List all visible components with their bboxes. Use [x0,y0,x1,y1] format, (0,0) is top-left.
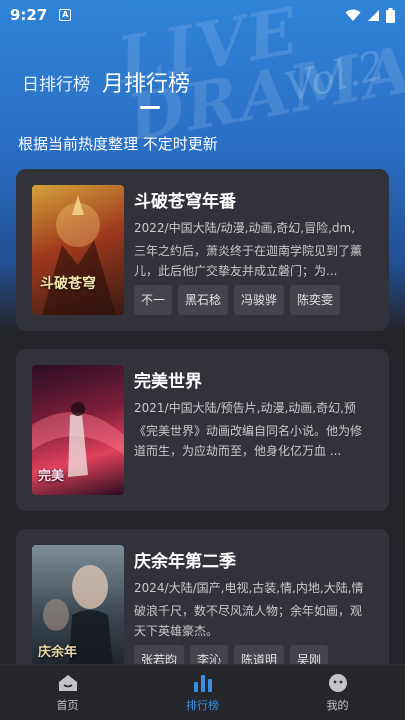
nav-home-label: 首页 [56,698,79,712]
poster-title: 庆余年 [38,645,78,660]
tab-indicator [140,106,160,109]
cast-tag[interactable]: 冯骏骅 [234,285,285,315]
home-icon [58,674,77,691]
poster-title: 完美 [38,469,65,484]
cast-tag[interactable]: 陈奕雯 [290,285,341,315]
notification-icon: A [59,9,72,21]
tab-monthly[interactable]: 月排行榜 [102,66,190,98]
ranking-card-1[interactable]: 斗破苍穹 斗破苍穹年番 2022/中国大陆/动漫,动画,奇幻,冒险,dm, 三年… [16,169,389,331]
status-time: 9:27 [10,6,48,24]
tab-daily[interactable]: 日排行榜 [22,70,90,98]
user-face-icon [328,673,347,692]
nav-home[interactable]: 首页 [0,665,135,720]
cast-tag[interactable]: 不一 [134,285,173,315]
poster-title: 斗破苍穹 [40,276,96,292]
bar-chart-icon [193,674,212,692]
cast-tag[interactable]: 黑石稔 [178,285,229,315]
card-title: 完美世界 [134,372,202,392]
bottom-nav: 首页 排行榜 我的 [0,664,405,720]
poster-image: 完美 [32,365,124,495]
card-title: 庆余年第二季 [134,552,236,572]
card-title: 斗破苍穹年番 [134,192,236,212]
ranking-card-2[interactable]: 完美 完美世界 2021/中国大陆/预告片,动漫,动画,奇幻,预 《完美世界》动… [16,349,389,511]
poster-image: 庆余年 [32,545,124,675]
status-bar: 9:27 A [0,0,405,30]
wifi-icon [345,9,361,21]
signal-icon [368,9,379,21]
nav-rank[interactable]: 排行榜 [135,665,270,720]
page-subtitle: 根据当前热度整理 不定时更新 [18,135,218,153]
cast-tags: 不一 黑石稔 冯骏骅 陈奕雯 [134,285,341,315]
battery-icon [386,7,395,23]
nav-mine-label: 我的 [326,698,349,712]
card-meta: 2022/中国大陆/动漫,动画,奇幻,冒险,dm, [134,221,356,235]
poster-image: 斗破苍穹 [32,185,124,315]
card-meta: 2024/大陆/国产,电视,古装,情,内地,大陆,情 [134,581,364,595]
card-description: 《完美世界》动画改编自同名小说。他为修道而生，为应劫而至，他身化亿万血 ... [134,424,363,458]
card-meta: 2021/中国大陆/预告片,动漫,动画,奇幻,预 [134,401,356,415]
ranking-tabs: 日排行榜 月排行榜 [22,66,190,98]
nav-mine[interactable]: 我的 [270,665,405,720]
card-description: 三年之约后，萧炎终于在迦南学院见到了薰儿，此后他广交挚友并成立磐门；为... [134,244,363,278]
card-description: 破浪千尺，数不尽风流人物；余年如画，观天下英雄豪杰。 [134,604,363,638]
nav-rank-label: 排行榜 [186,698,219,712]
